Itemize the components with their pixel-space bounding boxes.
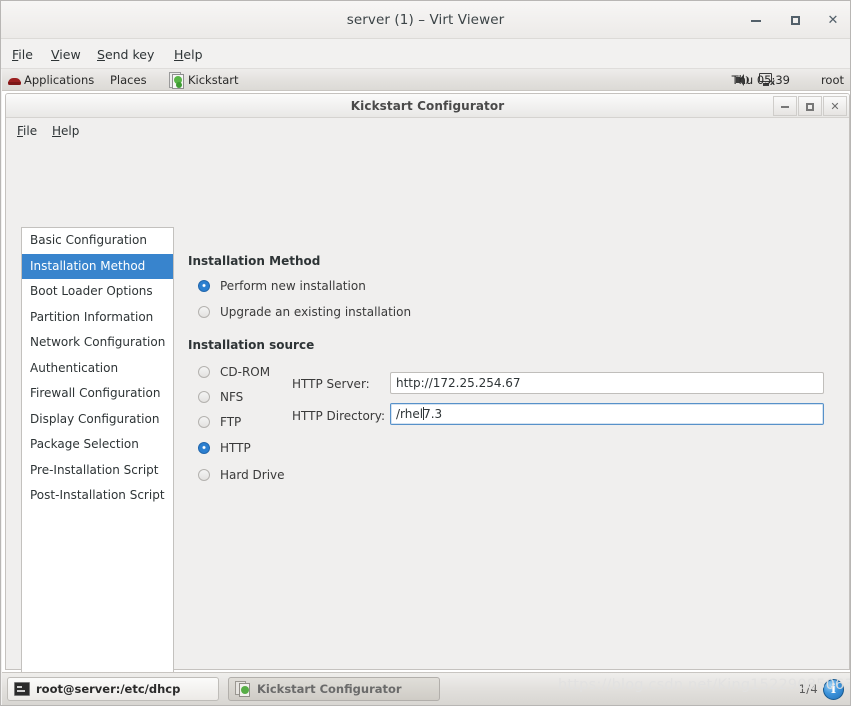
kickstart-window-title: Kickstart Configurator	[350, 99, 505, 113]
kickstart-icon	[235, 681, 252, 698]
http-server-input[interactable]	[390, 372, 824, 394]
virt-viewer-minimize-button[interactable]	[745, 11, 767, 31]
installation-source-heading: Installation source	[188, 338, 315, 352]
taskbar-item-label: root@server:/etc/dhcp	[36, 682, 181, 696]
panel-menu-applications[interactable]: Applications	[24, 72, 94, 89]
http-directory-input[interactable]	[390, 403, 824, 425]
virt-viewer-titlebar: server (1) – Virt Viewer ✕	[1, 1, 850, 39]
http-server-label: HTTP Server:	[292, 377, 370, 391]
radio-indicator	[198, 306, 210, 318]
kickstart-menu-file[interactable]: File	[14, 123, 40, 140]
menu-help[interactable]: Help	[171, 45, 206, 64]
menu-file[interactable]: File	[9, 45, 36, 64]
sidebar-item-boot-loader-options[interactable]: Boot Loader Options	[22, 279, 173, 305]
kickstart-menu-help[interactable]: Help	[49, 123, 82, 140]
radio-indicator-selected	[198, 442, 210, 454]
taskbar-item-label: Kickstart Configurator	[257, 682, 402, 696]
kickstart-configurator-window: Kickstart Configurator ✕ File Help Basic…	[5, 93, 850, 705]
radio-label: NFS	[220, 390, 244, 404]
maximize-icon	[806, 103, 814, 111]
radio-indicator-selected	[198, 280, 210, 292]
radio-indicator	[198, 391, 210, 403]
radio-label: Upgrade an existing installation	[220, 305, 412, 319]
redhat-icon	[8, 74, 21, 86]
kickstart-menubar: File Help	[6, 118, 849, 144]
kickstart-sidebar[interactable]: Basic Configuration Installation Method …	[21, 227, 174, 705]
sidebar-item-package-selection[interactable]: Package Selection	[22, 432, 173, 458]
panel-menu-places[interactable]: Places	[110, 72, 147, 89]
radio-indicator	[198, 366, 210, 378]
kickstart-minimize-button[interactable]	[773, 96, 797, 116]
radio-indicator	[198, 469, 210, 481]
minimize-icon	[781, 106, 789, 108]
panel-user-menu[interactable]: root	[807, 72, 844, 89]
radio-source-ftp[interactable]: FTP	[198, 413, 241, 431]
gnome-taskbar: root@server:/etc/dhcp Kickstart Configur…	[2, 672, 850, 705]
virt-viewer-menubar: File View Send key Help	[1, 39, 850, 69]
radio-upgrade-existing-installation[interactable]: Upgrade an existing installation	[198, 303, 411, 321]
virt-viewer-window: server (1) – Virt Viewer ✕ File View Sen…	[0, 0, 851, 706]
sidebar-item-firewall-configuration[interactable]: Firewall Configuration	[22, 381, 173, 407]
sidebar-item-network-configuration[interactable]: Network Configuration	[22, 330, 173, 356]
radio-source-cdrom[interactable]: CD-ROM	[198, 363, 270, 381]
menu-send-key[interactable]: Send key	[94, 45, 157, 64]
panel-window-title[interactable]: Kickstart	[188, 72, 239, 89]
menu-view[interactable]: View	[48, 45, 84, 64]
sidebar-item-authentication[interactable]: Authentication	[22, 356, 173, 382]
kickstart-close-button[interactable]: ✕	[823, 96, 847, 116]
guest-desktop: Applications Places Kickstart x Thu 05:3…	[2, 69, 850, 705]
radio-source-hard-drive[interactable]: Hard Drive	[198, 466, 285, 484]
sidebar-item-basic-configuration[interactable]: Basic Configuration	[22, 228, 173, 254]
taskbar-item-kickstart-configurator[interactable]: Kickstart Configurator	[228, 677, 440, 701]
radio-label: HTTP	[220, 441, 251, 455]
sidebar-item-installation-method[interactable]: Installation Method	[22, 253, 173, 279]
installation-method-heading: Installation Method	[188, 254, 321, 268]
sidebar-item-pre-installation-script[interactable]: Pre-Installation Script	[22, 458, 173, 484]
radio-label: FTP	[220, 415, 242, 429]
terminal-icon	[14, 682, 30, 696]
virt-viewer-maximize-button[interactable]	[784, 11, 806, 31]
kickstart-maximize-button[interactable]	[798, 96, 822, 116]
kickstart-content-pane: Installation Method Perform new installa…	[186, 227, 836, 705]
radio-label: CD-ROM	[220, 365, 271, 379]
kickstart-titlebar: Kickstart Configurator ✕	[6, 94, 849, 118]
http-directory-label: HTTP Directory:	[292, 409, 385, 423]
taskbar-item-terminal[interactable]: root@server:/etc/dhcp	[7, 677, 219, 701]
maximize-icon	[790, 16, 800, 25]
radio-indicator	[198, 416, 210, 428]
sidebar-item-post-installation-script[interactable]: Post-Installation Script	[22, 483, 173, 509]
panel-clock[interactable]: Thu 05:39	[732, 72, 790, 89]
minimize-icon	[751, 19, 761, 22]
radio-source-http[interactable]: HTTP	[198, 439, 251, 457]
kickstart-icon	[167, 71, 186, 90]
sidebar-item-partition-information[interactable]: Partition Information	[22, 305, 173, 331]
radio-label: Perform new installation	[220, 279, 366, 293]
virt-viewer-title: server (1) – Virt Viewer	[346, 12, 505, 28]
workspace-indicator[interactable]: 1/4	[799, 682, 818, 696]
virt-viewer-close-button[interactable]: ✕	[822, 11, 844, 31]
radio-source-nfs[interactable]: NFS	[198, 388, 243, 406]
sidebar-item-display-configuration[interactable]: Display Configuration	[22, 407, 173, 433]
radio-perform-new-installation[interactable]: Perform new installation	[198, 277, 366, 295]
gnome-top-panel: Applications Places Kickstart x Thu 05:3…	[2, 69, 850, 91]
radio-label: Hard Drive	[220, 468, 285, 482]
help-info-icon[interactable]: i	[823, 679, 844, 700]
